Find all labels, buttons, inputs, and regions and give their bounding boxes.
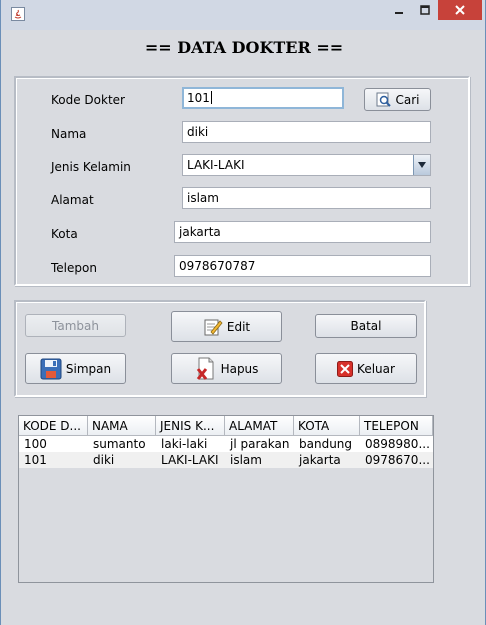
button-panel: Tambah Edit Batal Simpan Hapus Keluar	[14, 300, 426, 397]
keluar-label: Keluar	[357, 361, 395, 376]
java-icon	[11, 7, 25, 21]
doctor-table[interactable]: KODE D... NAMA JENIS K... ALAMAT KOTA TE…	[18, 415, 434, 583]
kode-dokter-label: Kode Dokter	[51, 93, 125, 107]
delete-icon	[195, 357, 217, 381]
jenis-kelamin-select[interactable]: LAKI-LAKI	[182, 154, 431, 176]
jenis-kelamin-value: LAKI-LAKI	[187, 158, 245, 172]
table-header: KODE D... NAMA JENIS K... ALAMAT KOTA TE…	[19, 416, 433, 436]
search-icon	[376, 92, 392, 108]
cari-button[interactable]: Cari	[364, 88, 431, 111]
simpan-button[interactable]: Simpan	[25, 353, 126, 384]
column-header-alamat[interactable]: ALAMAT	[225, 416, 294, 436]
edit-icon	[203, 317, 223, 337]
table-cell: 101	[24, 453, 47, 467]
table-cell: 100	[24, 437, 47, 451]
nama-input[interactable]: diki	[182, 121, 431, 143]
alamat-label: Alamat	[51, 193, 94, 207]
close-button[interactable]	[438, 0, 482, 20]
minimize-button[interactable]	[386, 0, 412, 20]
table-cell: diki	[93, 453, 115, 467]
column-header-kode[interactable]: KODE D...	[19, 416, 88, 436]
telepon-label: Telepon	[51, 261, 97, 275]
table-row[interactable]: 101 diki LAKI-LAKI islam jakarta 0978670…	[19, 452, 433, 468]
kota-input[interactable]: jakarta	[174, 221, 431, 243]
minimize-icon	[395, 12, 403, 14]
table-cell: 0978670...	[365, 453, 430, 467]
table-cell: islam	[230, 453, 262, 467]
edit-button[interactable]: Edit	[171, 311, 282, 342]
jenis-kelamin-label: Jenis Kelamin	[51, 160, 131, 174]
table-cell: 0898980...	[365, 437, 430, 451]
column-header-telepon[interactable]: TELEPON	[360, 416, 433, 436]
page-title: == DATA DOKTER ==	[144, 38, 344, 57]
app-window: == DATA DOKTER == Kode Dokter 101 Cari N…	[0, 0, 486, 625]
telepon-input[interactable]: 0978670787	[174, 255, 431, 277]
client-area: == DATA DOKTER == Kode Dokter 101 Cari N…	[9, 30, 479, 625]
title-bar[interactable]	[1, 0, 485, 30]
column-header-jenis[interactable]: JENIS K...	[156, 416, 225, 436]
table-cell: LAKI-LAKI	[161, 453, 219, 467]
alamat-input[interactable]: islam	[182, 187, 431, 209]
close-icon	[455, 5, 465, 15]
form-panel: Kode Dokter 101 Cari Nama diki Jenis Kel…	[14, 76, 470, 286]
table-cell: jakarta	[299, 453, 341, 467]
keluar-button[interactable]: Keluar	[315, 353, 417, 384]
kode-dokter-input[interactable]: 101	[182, 87, 344, 109]
kota-label: Kota	[51, 227, 78, 241]
nama-label: Nama	[51, 127, 87, 141]
chevron-down-icon[interactable]	[413, 155, 430, 175]
table-cell: bandung	[299, 437, 353, 451]
table-row[interactable]: 100 sumanto laki-laki jl parakan bandung…	[19, 436, 433, 452]
table-cell: jl parakan	[230, 437, 290, 451]
cari-label: Cari	[395, 92, 420, 107]
maximize-button[interactable]	[412, 0, 438, 20]
hapus-label: Hapus	[220, 361, 259, 376]
save-icon	[40, 358, 62, 380]
table-cell: laki-laki	[161, 437, 208, 451]
close-icon	[337, 360, 354, 377]
hapus-button[interactable]: Hapus	[171, 353, 282, 384]
edit-label: Edit	[226, 319, 251, 334]
column-header-kota[interactable]: KOTA	[294, 416, 360, 436]
simpan-label: Simpan	[65, 361, 112, 376]
table-cell: sumanto	[93, 437, 146, 451]
table-body: 100 sumanto laki-laki jl parakan bandung…	[19, 436, 433, 468]
batal-button[interactable]: Batal	[315, 314, 417, 338]
maximize-icon	[420, 5, 430, 15]
column-header-nama[interactable]: NAMA	[88, 416, 156, 436]
tambah-button[interactable]: Tambah	[25, 314, 126, 337]
